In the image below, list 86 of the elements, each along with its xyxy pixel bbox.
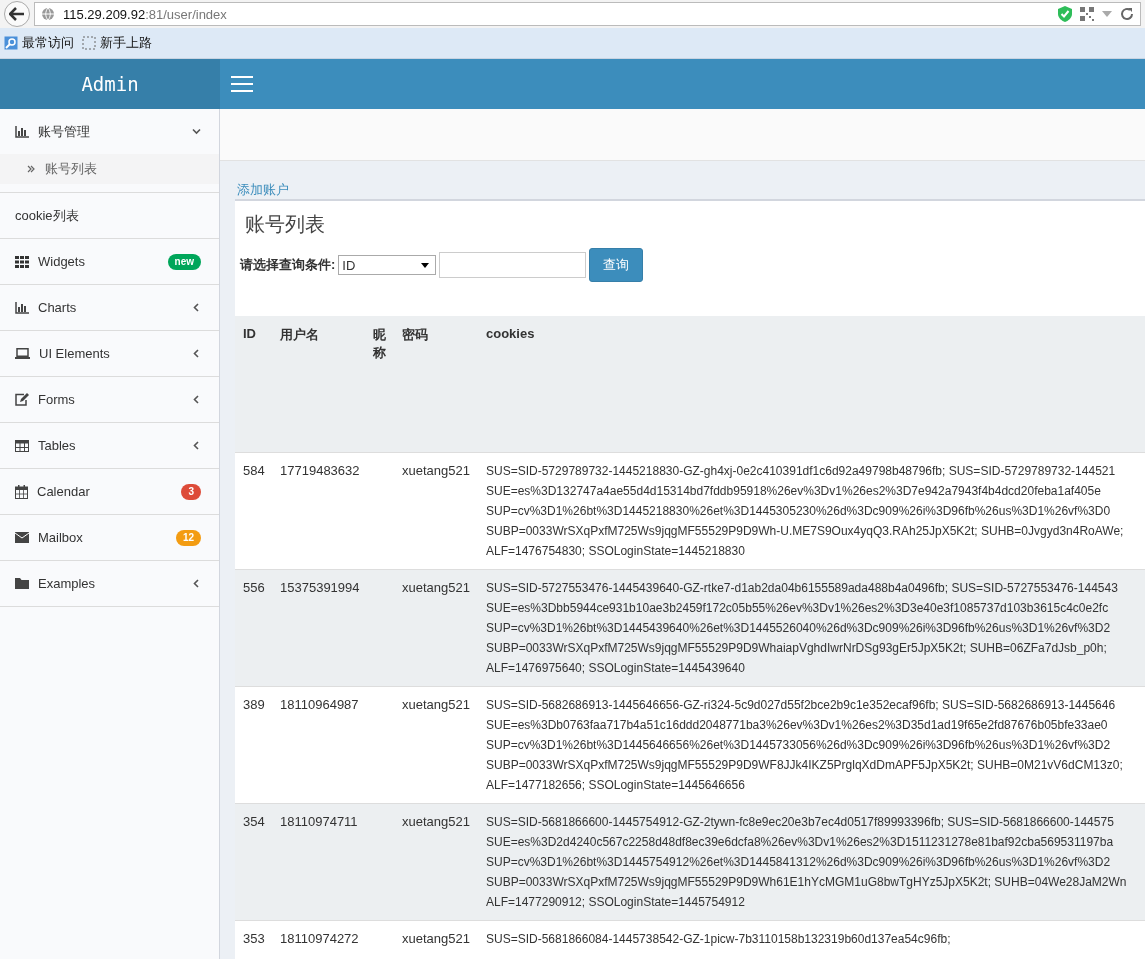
page-icon	[82, 36, 96, 50]
box-title: 账号列表	[244, 212, 326, 237]
condition-select[interactable]: ID	[338, 255, 437, 275]
cookie-text: SUS=SID-5681866600-1445754912-GZ-2tywn-fc8e9ec20e3b7ec4d0517f89993396fb; SUS=SID-5681866600-144575	[486, 814, 1114, 829]
folder-icon	[15, 578, 29, 589]
table-cell: 15375391994	[280, 579, 360, 595]
table-cell: xuetang521	[402, 579, 470, 595]
sidebar-item[interactable]: Examples	[0, 561, 219, 606]
table-cell: xuetang521	[402, 813, 470, 829]
filter-label: 请选择查询条件:	[240, 256, 336, 274]
cookie-text: SUS=SID-5681866084-1445738542-GZ-1picw-7b3110158b132319b60d137ea54c96fb;	[486, 931, 951, 946]
sidebar-item[interactable]: Forms	[0, 377, 219, 422]
table-cell: xuetang521	[402, 696, 470, 712]
sidebar-item[interactable]: UI Elements	[0, 331, 219, 376]
table-cell: 584	[243, 462, 265, 478]
table-cell: 353	[243, 930, 265, 946]
query-field[interactable]	[439, 252, 587, 278]
table-cell: 389	[243, 696, 265, 712]
envelope-icon	[15, 532, 29, 543]
cookie-text: SUE=es%3D2d4240c567c2258d48df8ec39e6dcfa8%26ev%3Dv1%26es2%3D1511231278e81baf92cba569531197ba	[486, 834, 1114, 849]
address-field[interactable]: 115.29.209.92:81/user/index	[34, 2, 1141, 26]
bookmark-item[interactable]: 最常访问	[4, 34, 74, 52]
table-cell: 556	[243, 579, 265, 595]
edit-icon	[15, 393, 29, 406]
count-badge: 3	[181, 483, 201, 500]
cookie-text: SUE=es%3Db0763faa717b4a51c16ddd2048771ba3%26ev%3Dv1%26es2%3D35d1ad19f65e2fd87676b05bfe33ae0	[486, 717, 1108, 732]
column-header: 用户名	[280, 327, 319, 342]
logo-text[interactable]: Admin	[0, 59, 220, 109]
caret-icon	[421, 262, 430, 268]
cookie-text: SUS=SID-5682686913-1445646656-GZ-ri324-5c9d027d55f2bce2b9c1e352ecaf96fb; SUS=SID-5682686913-1445646	[486, 697, 1116, 712]
shield-icon[interactable]	[1058, 6, 1072, 22]
cookie-text: SUP=cv%3D1%26bt%3D1445646656%26et%3D1445733056%26d%3Dc909%26i%3D96fb%26us%3D1%26vf%3D2	[486, 737, 1111, 752]
table-cell: xuetang521	[402, 462, 470, 478]
calendar-icon	[15, 484, 28, 499]
cookie-text: SUP=cv%3D1%26bt%3D1445754912%26et%3D1445841312%26d%3Dc909%26i%3D96fb%26us%3D1%26vf%3D2	[486, 854, 1111, 869]
grid-icon	[15, 255, 29, 268]
cookie-text: ALF=1477182656; SSOLoginState=1445646656	[486, 777, 745, 792]
count-badge: 12	[175, 529, 201, 546]
cookie-text: SUBP=0033WrSXqPxfM725Ws9jqgMF55529P9D9Wh61E1hYcMGM1uG8bwTgHYz5JpX5K2t; SUHB=04We28JaM2Wn	[486, 874, 1127, 889]
table-cell: 17719483632	[280, 462, 360, 478]
table-cell: 354	[243, 813, 265, 829]
cookie-text: SUBP=0033WrSXqPxfM725Ws9jqgMF55529P9D9Wh-U.ME7S9Oux4yqQ3.RAh25JpX5K2t; SUHB=0Jvgyd3n4RoAWe;	[486, 523, 1124, 538]
sidebar-subitem[interactable]: 账号列表	[0, 154, 219, 184]
globe-icon	[41, 7, 55, 21]
column-header: 昵称	[373, 326, 386, 362]
table-icon	[15, 439, 29, 452]
sidebar-item[interactable]: Charts	[0, 285, 219, 330]
laptop-icon	[15, 348, 30, 359]
cookie-text: SUS=SID-5727553476-1445439640-GZ-rtke7-d1ab2da04b6155589ada488b4a0496fb; SUS=SID-5727553476-144543	[486, 580, 1118, 595]
back-button[interactable]	[4, 1, 30, 27]
sidebar-item[interactable]: Calendar 3	[0, 469, 219, 514]
cookie-text: SUBP=0033WrSXqPxfM725Ws9jqgMF55529P9D9WhaiapVghdIwrNrDSg93gEr5JpX5K2t; SUHB=06ZFa7dJsb_p0h;	[486, 640, 1107, 655]
refresh-icon[interactable]	[1120, 7, 1134, 21]
search-button[interactable]: 查询	[589, 248, 644, 282]
sidebar-item[interactable]: Mailbox 12	[0, 515, 219, 560]
back-arrow-icon	[9, 7, 25, 21]
table-cell: 18110964987	[280, 696, 359, 712]
table-cell: 18110974272	[280, 930, 359, 946]
column-header: 密码	[402, 327, 428, 342]
bar-chart-icon	[15, 301, 29, 314]
column-header: cookies	[486, 326, 535, 341]
cookie-text: ALF=1476975640; SSOLoginState=1445439640	[486, 660, 745, 675]
sidebar-item[interactable]: 账号管理	[0, 109, 219, 154]
double-chevron-icon	[27, 165, 35, 173]
sidebar-item[interactable]: Widgets new	[0, 239, 219, 284]
url-text: 115.29.209.92:81/user/index	[63, 6, 227, 22]
search-icon	[4, 36, 18, 50]
cookie-text: SUE=es%3D132747a4ae55d4d15314bd7fddb95918%26ev%3Dv1%26es2%3D7e942a7943f4b4dcd20feba1af405e	[486, 483, 1101, 498]
count-badge: new	[167, 253, 201, 270]
table-cell: 18110974711	[280, 813, 358, 829]
cookie-text: ALF=1476754830; SSOLoginState=1445218830	[486, 543, 745, 558]
bar-chart-icon	[15, 125, 29, 138]
table-cell: xuetang521	[402, 930, 470, 946]
cookie-text: SUP=cv%3D1%26bt%3D1445439640%26et%3D1445526040%26d%3Dc909%26i%3D96fb%26us%3D1%26vf%3D2	[486, 620, 1111, 635]
cookie-text: SUE=es%3Dbb5944ce931b10ae3b2459f172c05b55%26ev%3Dv1%26es2%3D3e40e3f1085737d103b3615c4c0e2fc	[486, 600, 1109, 615]
cookie-text: SUP=cv%3D1%26bt%3D1445218830%26et%3D1445305230%26d%3Dc909%26i%3D96fb%26us%3D1%26vf%3D0	[486, 503, 1111, 518]
cookie-text: ALF=1477290912; SSOLoginState=1445754912	[486, 894, 745, 909]
column-header: ID	[243, 326, 256, 341]
bookmark-item[interactable]: 新手上路	[82, 34, 152, 52]
cookie-text: SUS=SID-5729789732-1445218830-GZ-gh4xj-0e2c410391df1c6d92a49798b48796fb; SUS=SID-5729789732-144521	[486, 463, 1116, 478]
sidebar-item[interactable]: Tables	[0, 423, 219, 468]
menu-icon[interactable]	[231, 76, 253, 92]
cookie-text: SUBP=0033WrSXqPxfM725Ws9jqgMF55529P9D9WF8JJk4IKZ5PrglqXdDmAPF5JpX5K2t; SUHB=0M21vV6dCM13z0;	[486, 757, 1123, 772]
qr-code-icon[interactable]	[1080, 7, 1094, 21]
sidebar-item[interactable]: cookie列表	[0, 193, 219, 238]
dropdown-icon[interactable]	[1102, 11, 1112, 17]
